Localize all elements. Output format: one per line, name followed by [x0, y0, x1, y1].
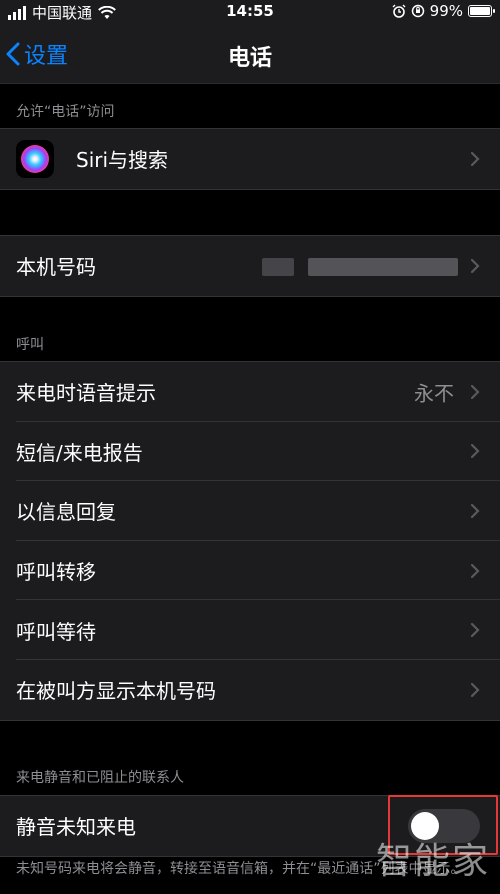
page-title: 电话 — [227, 46, 272, 71]
chevron-right-icon — [470, 682, 480, 697]
chevron-right-icon — [470, 384, 480, 399]
chevron-right-icon — [470, 503, 480, 519]
sms-call-reporting-label: 短信/来电报告 — [16, 440, 143, 465]
sms-call-reporting-row[interactable]: 短信/来电报告 — [0, 422, 500, 482]
announce-calls-value: 永不 — [414, 381, 454, 406]
chevron-right-icon — [470, 563, 480, 578]
battery-percent: 99% — [429, 2, 463, 20]
redacted-number — [262, 258, 294, 276]
siri-icon — [16, 139, 54, 178]
watermark-logo: 智能家 — [375, 841, 490, 882]
navigation-bar: 设置 电话 — [0, 24, 500, 84]
battery-icon — [468, 5, 495, 17]
chevron-right-icon — [470, 151, 480, 166]
siri-search-row[interactable]: Siri与搜索 — [0, 129, 500, 189]
my-number-label: 本机号码 — [16, 255, 96, 280]
announce-calls-label: 来电时语音提示 — [16, 381, 156, 406]
section-header-calls: 呼叫 — [16, 337, 44, 353]
section-header-allow-access: 允许“电话”访问 — [16, 104, 115, 120]
group-calls: 来电时语音提示 永不 短信/来电报告 以信息回复 呼叫转移 呼叫等待 在被叫方显… — [0, 361, 500, 721]
chevron-right-icon — [470, 444, 480, 459]
siri-search-label: Siri与搜索 — [76, 148, 169, 173]
group-my-number: 本机号码 — [0, 235, 500, 297]
alarm-icon — [392, 4, 406, 18]
my-number-row[interactable]: 本机号码 — [0, 236, 500, 296]
call-waiting-row[interactable]: 呼叫等待 — [0, 600, 500, 660]
chevron-right-icon — [470, 258, 480, 273]
respond-with-text-label: 以信息回复 — [16, 500, 116, 525]
respond-with-text-row[interactable]: 以信息回复 — [0, 481, 500, 541]
show-caller-id-row[interactable]: 在被叫方显示本机号码 — [0, 660, 500, 720]
call-waiting-label: 呼叫等待 — [16, 619, 96, 644]
show-caller-id-label: 在被叫方显示本机号码 — [16, 679, 216, 704]
chevron-right-icon — [470, 623, 480, 638]
call-forwarding-label: 呼叫转移 — [16, 560, 96, 585]
call-forwarding-row[interactable]: 呼叫转移 — [0, 541, 500, 601]
announce-calls-row[interactable]: 来电时语音提示 永不 — [0, 362, 500, 422]
silence-unknown-label: 静音未知来电 — [16, 815, 136, 840]
orientation-lock-icon — [411, 4, 424, 18]
status-bar: 中国联通 14:55 99% — [0, 0, 500, 24]
section-header-silence: 来电静音和已阻止的联系人 — [16, 770, 184, 786]
group-allow-access: Siri与搜索 — [0, 128, 500, 190]
